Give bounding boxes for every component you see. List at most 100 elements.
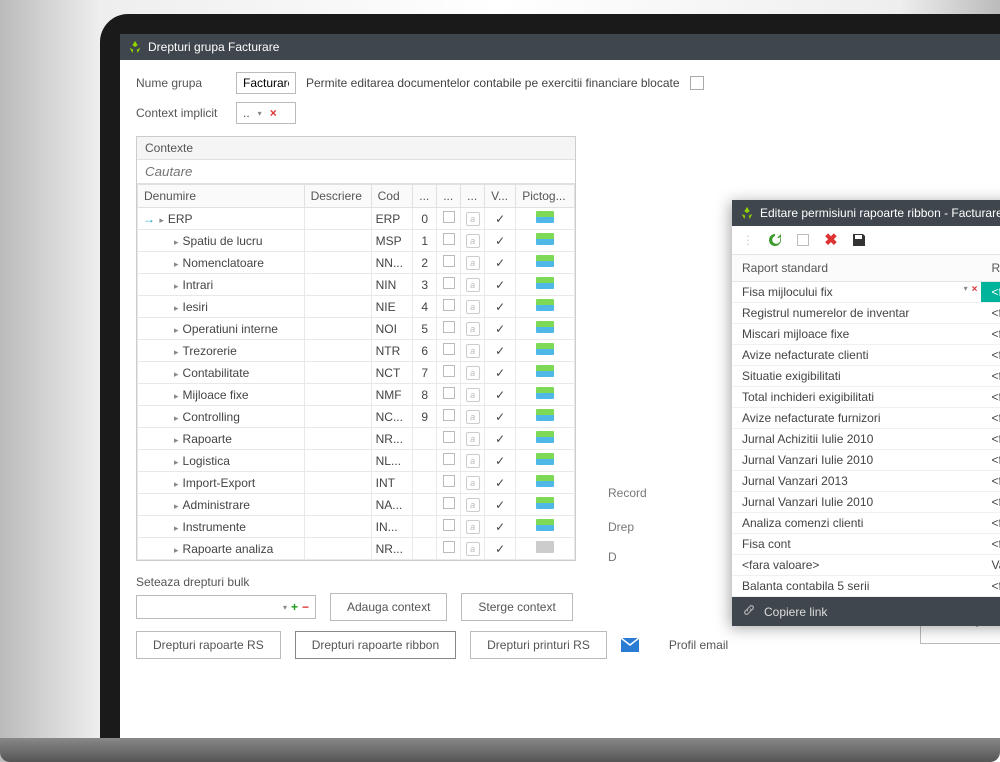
table-row[interactable]: ▸IntrariNIN3a✓ bbox=[138, 274, 575, 296]
table-row[interactable]: ▸TrezorerieNTR6a✓ bbox=[138, 340, 575, 362]
contexte-tree-grid[interactable]: Denumire Descriere Cod ... ... ... V... … bbox=[137, 184, 575, 560]
checkbox[interactable] bbox=[443, 519, 455, 531]
expand-icon[interactable]: ▸ bbox=[174, 457, 179, 468]
col-6[interactable]: ... bbox=[461, 185, 485, 208]
drepturi-printuri-rs-button[interactable]: Drepturi printuri RS bbox=[470, 631, 607, 659]
refresh-icon[interactable] bbox=[767, 232, 783, 248]
table-row[interactable]: Jurnal Vanzari Iulie 2010<fara valoare> bbox=[732, 450, 1000, 471]
table-row[interactable]: <fara valoare>Vanzari FC bbox=[732, 555, 1000, 576]
expand-icon[interactable]: ▸ bbox=[174, 501, 179, 512]
expand-icon[interactable]: ▸ bbox=[174, 347, 179, 358]
bulk-dropdown[interactable]: ▾ + − bbox=[136, 595, 316, 619]
table-row[interactable]: ▸ControllingNC...9a✓ bbox=[138, 406, 575, 428]
expand-icon[interactable]: ▸ bbox=[174, 413, 179, 424]
table-row[interactable]: ▸Spatiu de lucruMSP1a✓ bbox=[138, 230, 575, 252]
table-row[interactable]: ▸Operatiuni interneNOI5a✓ bbox=[138, 318, 575, 340]
expand-icon[interactable]: ▸ bbox=[174, 435, 179, 446]
a-badge-icon: a bbox=[466, 476, 480, 490]
checkbox[interactable] bbox=[443, 211, 455, 223]
expand-icon[interactable]: ▸ bbox=[174, 325, 179, 336]
col-picto[interactable]: Pictog... bbox=[516, 185, 575, 208]
table-row[interactable]: Total inchideri exigibilitati<fara valoa… bbox=[732, 387, 1000, 408]
table-row[interactable]: Balanta contabila 5 serii<fara valoare> bbox=[732, 576, 1000, 597]
expand-icon[interactable]: ▸ bbox=[174, 545, 179, 556]
checkbox[interactable] bbox=[443, 277, 455, 289]
table-row[interactable]: Situatie exigibilitati<fara valoare> bbox=[732, 366, 1000, 387]
table-row[interactable]: Fisa cont<fara valoare> bbox=[732, 534, 1000, 555]
bulk-remove-icon[interactable]: − bbox=[302, 600, 309, 614]
table-row[interactable]: Jurnal Achizitii Iulie 2010<fara valoare… bbox=[732, 429, 1000, 450]
col-5[interactable]: ... bbox=[437, 185, 461, 208]
table-row[interactable]: Miscari mijloace fixe<fara valoare> bbox=[732, 324, 1000, 345]
col-raport-custom[interactable]: Raport custom bbox=[981, 255, 1000, 282]
table-row[interactable]: ▸IesiriNIE4a✓ bbox=[138, 296, 575, 318]
new-icon[interactable] bbox=[795, 232, 811, 248]
context-clear-icon[interactable]: × bbox=[270, 106, 277, 120]
permite-editarea-checkbox[interactable] bbox=[690, 76, 704, 90]
permisiuni-table[interactable]: Raport standard Raport custom Fisa mijlo… bbox=[732, 255, 1000, 597]
checkbox[interactable] bbox=[443, 321, 455, 333]
table-row[interactable]: ▸AdministrareNA...a✓ bbox=[138, 494, 575, 516]
checkbox[interactable] bbox=[443, 343, 455, 355]
checkbox[interactable] bbox=[443, 255, 455, 267]
checkbox[interactable] bbox=[443, 387, 455, 399]
row-marker-icon: → bbox=[142, 212, 156, 226]
table-row[interactable]: Fisa mijlocului fix▾ ×<fara valoare> bbox=[732, 282, 1000, 303]
col-denumire[interactable]: Denumire bbox=[138, 185, 305, 208]
checkbox[interactable] bbox=[443, 541, 455, 553]
drepturi-rapoarte-ribbon-button[interactable]: Drepturi rapoarte ribbon bbox=[295, 631, 456, 659]
table-row[interactable]: ▸LogisticaNL...a✓ bbox=[138, 450, 575, 472]
expand-icon[interactable]: ▸ bbox=[174, 281, 179, 292]
table-row[interactable]: ▸Rapoarte analizaNR...a✓ bbox=[138, 538, 575, 560]
drepturi-rapoarte-rs-button[interactable]: Drepturi rapoarte RS bbox=[136, 631, 281, 659]
expand-icon[interactable]: ▸ bbox=[174, 479, 179, 490]
adauga-context-button[interactable]: Adauga context bbox=[330, 593, 447, 621]
table-row[interactable]: Avize nefacturate furnizori<fara valoare… bbox=[732, 408, 1000, 429]
col-cod[interactable]: Cod bbox=[371, 185, 413, 208]
bulk-add-icon[interactable]: + bbox=[291, 600, 298, 614]
expand-icon[interactable]: ▸ bbox=[174, 237, 179, 248]
context-implicit-select[interactable]: .. ▾ × bbox=[236, 102, 296, 124]
checkbox[interactable] bbox=[443, 299, 455, 311]
search-input[interactable] bbox=[137, 160, 575, 183]
col-4[interactable]: ... bbox=[413, 185, 437, 208]
drag-handle-icon[interactable]: ⋮ bbox=[742, 233, 755, 247]
table-row[interactable]: Jurnal Vanzari 2013<fara valoare> bbox=[732, 471, 1000, 492]
save-icon[interactable] bbox=[851, 232, 867, 248]
checkbox[interactable] bbox=[443, 453, 455, 465]
table-row[interactable]: ▸NomenclatoareNN...2a✓ bbox=[138, 252, 575, 274]
delete-icon[interactable]: ✖ bbox=[823, 232, 839, 248]
table-row[interactable]: Analiza comenzi clienti<fara valoare> bbox=[732, 513, 1000, 534]
checkbox[interactable] bbox=[443, 431, 455, 443]
col-raport-standard[interactable]: Raport standard bbox=[732, 255, 981, 282]
table-row[interactable]: Registrul numerelor de inventar<fara val… bbox=[732, 303, 1000, 324]
table-row[interactable]: ▸RapoarteNR...a✓ bbox=[138, 428, 575, 450]
checkbox[interactable] bbox=[443, 365, 455, 377]
copiere-link-label[interactable]: Copiere link bbox=[764, 605, 827, 619]
checkbox[interactable] bbox=[443, 233, 455, 245]
expand-icon[interactable]: ▸ bbox=[174, 523, 179, 534]
expand-icon[interactable]: ▸ bbox=[174, 369, 179, 380]
sterge-context-button[interactable]: Sterge context bbox=[461, 593, 572, 621]
table-row[interactable]: ▸Import-ExportINTa✓ bbox=[138, 472, 575, 494]
checkbox[interactable] bbox=[443, 409, 455, 421]
expand-icon[interactable]: ▸ bbox=[174, 303, 179, 314]
table-row[interactable]: Avize nefacturate clienti<fara valoare> bbox=[732, 345, 1000, 366]
checkbox[interactable] bbox=[443, 475, 455, 487]
checkbox[interactable] bbox=[443, 497, 455, 509]
profil-email-button[interactable]: Profil email bbox=[653, 632, 744, 658]
table-row[interactable]: ▸Mijloace fixeNMF8a✓ bbox=[138, 384, 575, 406]
table-row[interactable]: → ▸ERPERP0a✓ bbox=[138, 208, 575, 230]
laptop-base bbox=[0, 738, 1000, 762]
table-row[interactable]: ▸ContabilitateNCT7a✓ bbox=[138, 362, 575, 384]
col-descriere[interactable]: Descriere bbox=[304, 185, 371, 208]
expand-icon[interactable]: ▸ bbox=[174, 259, 179, 270]
expand-icon[interactable]: ▸ bbox=[159, 215, 164, 226]
col-7[interactable]: V... bbox=[485, 185, 516, 208]
nume-grupa-input[interactable] bbox=[236, 72, 296, 94]
link-icon[interactable] bbox=[742, 603, 756, 620]
table-row[interactable]: Jurnal Vanzari Iulie 2010<fara valoare> bbox=[732, 492, 1000, 513]
a-badge-icon: a bbox=[466, 212, 480, 226]
expand-icon[interactable]: ▸ bbox=[174, 391, 179, 402]
table-row[interactable]: ▸InstrumenteIN...a✓ bbox=[138, 516, 575, 538]
